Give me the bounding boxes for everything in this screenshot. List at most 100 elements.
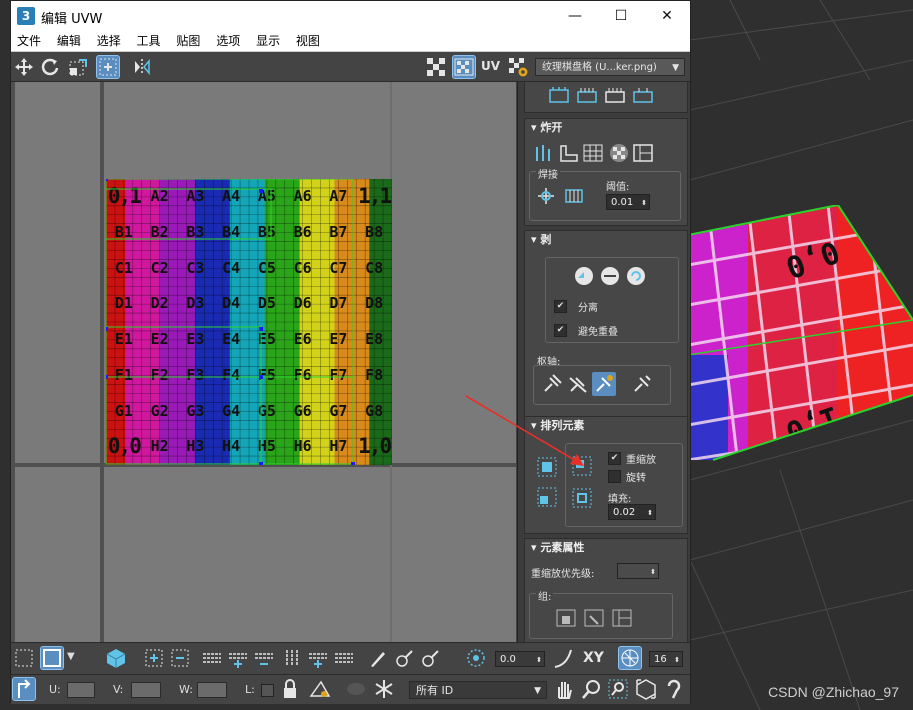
snap-grid-button[interactable]	[618, 646, 642, 670]
menu-options[interactable]: 选项	[210, 31, 246, 52]
lock-selection-button[interactable]	[279, 678, 301, 700]
lock-l-checkbox[interactable]	[261, 684, 274, 697]
threshold-spinner[interactable]: 0.01 ⬍	[606, 194, 650, 210]
pan-button[interactable]	[553, 678, 575, 700]
zoom-region-button[interactable]	[607, 678, 629, 700]
w-input[interactable]	[197, 682, 227, 698]
rotate-checkbox[interactable]	[608, 470, 621, 483]
group-selected-button[interactable]	[554, 606, 578, 630]
falloff-space-button[interactable]: XY	[583, 650, 604, 666]
falloff-spinner[interactable]: 0.0 ⬍	[495, 651, 545, 667]
uv-editor-viewport[interactable]: 0,1 A2 A3 A4 A5 A6 A7 1,1 B1 B2 B3 B4 B5 B6 B7 B8 C1 C2 C3…	[11, 82, 516, 642]
padding-spinner[interactable]: 0.02 ⬍	[608, 504, 656, 520]
zoom-extents-button[interactable]	[635, 678, 657, 700]
loop-select-button[interactable]	[201, 647, 223, 669]
texture-dropdown[interactable]: 纹理棋盘格 (U...ker.png) ▼	[535, 58, 685, 76]
material-id-dropdown[interactable]: 所有 ID ▼	[409, 681, 547, 699]
menu-mapping[interactable]: 贴图	[170, 31, 206, 52]
grid-flatten-button[interactable]	[581, 141, 605, 165]
threshold-value: 0.01	[611, 197, 634, 208]
paint-shrink-button[interactable]	[419, 647, 441, 669]
minimize-button[interactable]: —	[552, 1, 598, 31]
quick-peel-button[interactable]	[547, 84, 571, 108]
reset-peel-button[interactable]	[598, 264, 622, 288]
peel-arrow-icon	[627, 267, 645, 285]
maximize-button[interactable]: ☐	[598, 1, 644, 31]
select-element-button[interactable]	[105, 647, 127, 669]
help-button[interactable]	[663, 678, 685, 700]
map-button-1[interactable]	[575, 84, 599, 108]
ring-shrink-button[interactable]	[333, 647, 355, 669]
cube-icon	[106, 649, 126, 668]
hide-button[interactable]	[309, 678, 331, 700]
zoom-button[interactable]	[581, 678, 603, 700]
mirror-tool-button[interactable]	[131, 56, 153, 78]
dropdown-arrow-icon[interactable]: ▼	[67, 651, 75, 662]
rollout-header-explode[interactable]: ▾ 炸开	[525, 119, 687, 137]
select-pins-button[interactable]	[630, 372, 654, 396]
paint-grow-button[interactable]	[393, 647, 415, 669]
uv-label[interactable]: UV	[481, 59, 500, 73]
select-group-button[interactable]	[610, 606, 634, 630]
menu-display[interactable]: 显示	[250, 31, 286, 52]
select-vertex-mode-button[interactable]	[13, 647, 35, 669]
select-face-mode-button[interactable]	[40, 646, 64, 670]
stitch-button[interactable]	[562, 184, 586, 208]
reset-peel-icon	[601, 267, 619, 285]
freeze-toggle-button[interactable]	[345, 678, 367, 700]
map-button-3[interactable]	[631, 84, 655, 108]
grow-selection-button[interactable]	[143, 647, 165, 669]
pin-peel-button[interactable]	[624, 264, 648, 288]
rescale-checkbox[interactable]: ✔	[608, 452, 621, 465]
peel-options-group: ✔ 分离 ✔ 避免重叠	[545, 257, 679, 343]
title-bar[interactable]: 3 编辑 UVW — ☐ ✕	[11, 1, 690, 31]
checker-toggle-button[interactable]	[425, 56, 447, 78]
weld-selected-button[interactable]	[534, 184, 558, 208]
detach-checkbox[interactable]: ✔	[554, 300, 567, 313]
scale-tool-button[interactable]	[67, 56, 89, 78]
u-input[interactable]	[67, 682, 95, 698]
uv-checker-texture[interactable]: 0,1 A2 A3 A4 A5 A6 A7 1,1 B1 B2 B3 B4 B5 B6 B7 B8 C1 C2 C3…	[90, 178, 406, 466]
menu-file[interactable]: 文件	[11, 31, 47, 52]
move-tool-button[interactable]	[13, 56, 35, 78]
peel-mode-button[interactable]	[572, 264, 596, 288]
map-button-2[interactable]	[603, 84, 627, 108]
menu-view[interactable]: 视图	[290, 31, 326, 52]
loop-grow-button[interactable]	[227, 647, 249, 669]
falloff-type-button[interactable]	[553, 647, 575, 669]
shrink-selection-button[interactable]	[169, 647, 191, 669]
avoid-overlap-checkbox[interactable]: ✔	[554, 324, 567, 337]
menu-select[interactable]: 选择	[91, 31, 127, 52]
rescale-priority-spinner[interactable]: ⬍	[617, 563, 659, 579]
break-button[interactable]	[533, 141, 557, 165]
top-toolbar: UV 纹理棋盘格 (U...ker.png) ▼	[11, 52, 690, 82]
falloff-value: 0.0	[500, 654, 516, 665]
menu-tools[interactable]: 工具	[131, 31, 167, 52]
grid-size-spinner[interactable]: 16 ⬍	[649, 651, 683, 667]
menu-edit[interactable]: 编辑	[51, 31, 87, 52]
freeze-button[interactable]	[373, 678, 395, 700]
rollout-header-peel[interactable]: ▾ 剥	[525, 231, 687, 249]
soft-select-button[interactable]	[465, 647, 487, 669]
freeform-tool-button[interactable]	[96, 55, 120, 79]
v-input[interactable]	[131, 682, 161, 698]
unfold-button[interactable]	[631, 141, 655, 165]
rollout-header-element-props[interactable]: ▾ 元素属性	[525, 539, 687, 557]
spinner-arrows-icon: ⬍	[674, 656, 680, 664]
absolute-relative-toggle[interactable]	[12, 677, 36, 701]
paint-select-button[interactable]	[367, 647, 389, 669]
checker-flatten-button[interactable]	[607, 141, 631, 165]
pack-together-button[interactable]	[535, 485, 559, 509]
rotate-tool-button[interactable]	[39, 56, 61, 78]
close-button[interactable]: ✕	[644, 1, 690, 31]
weld-label: 焊接	[536, 166, 560, 181]
flatten-button[interactable]	[557, 141, 581, 165]
stitch-icon	[565, 189, 583, 203]
texture-settings-button[interactable]	[507, 56, 529, 78]
pack-recenter-button[interactable]	[570, 486, 594, 510]
ring-grow-button[interactable]	[307, 647, 329, 669]
ungroup-button[interactable]	[582, 606, 606, 630]
ring-select-button[interactable]	[281, 647, 303, 669]
show-map-button[interactable]	[452, 55, 476, 79]
loop-shrink-button[interactable]	[253, 647, 275, 669]
